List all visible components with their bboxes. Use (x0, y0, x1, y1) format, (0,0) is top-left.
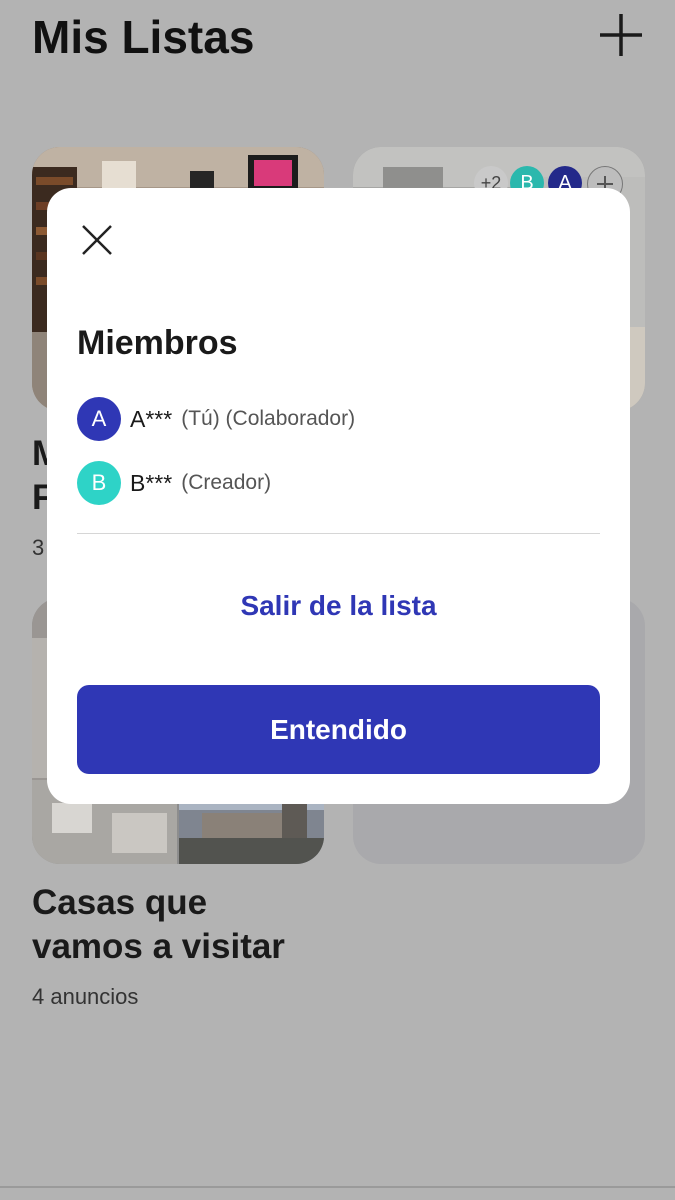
list-card-count: 3 (32, 535, 45, 560)
divider (77, 533, 600, 534)
avatar: B (77, 461, 121, 505)
members-modal: Miembros A A*** (Tú) (Colaborador) B B**… (47, 188, 630, 804)
lists-screen: Mis Listas M F 3 (0, 0, 675, 1200)
plus-icon[interactable] (596, 10, 646, 60)
member-role: (Creador) (181, 471, 272, 494)
member-name: B*** (130, 469, 173, 496)
avatar: A (77, 397, 121, 441)
modal-title: Miembros (77, 324, 238, 362)
list-card-title: Casas que vamos a visitar (32, 883, 285, 966)
divider (0, 1186, 675, 1188)
leave-list-link[interactable]: Salir de la lista (47, 590, 630, 622)
member-row: A A*** (Tú) (Colaborador) (77, 397, 355, 441)
page-title: Mis Listas (32, 11, 255, 63)
list-card-count: 4 anuncios (32, 984, 139, 1009)
confirm-button[interactable]: Entendido (77, 685, 600, 774)
member-row: B B*** (Creador) (77, 461, 271, 505)
close-icon[interactable] (77, 220, 117, 260)
member-name: A*** (130, 405, 173, 432)
member-role: (Tú) (Colaborador) (181, 407, 356, 430)
